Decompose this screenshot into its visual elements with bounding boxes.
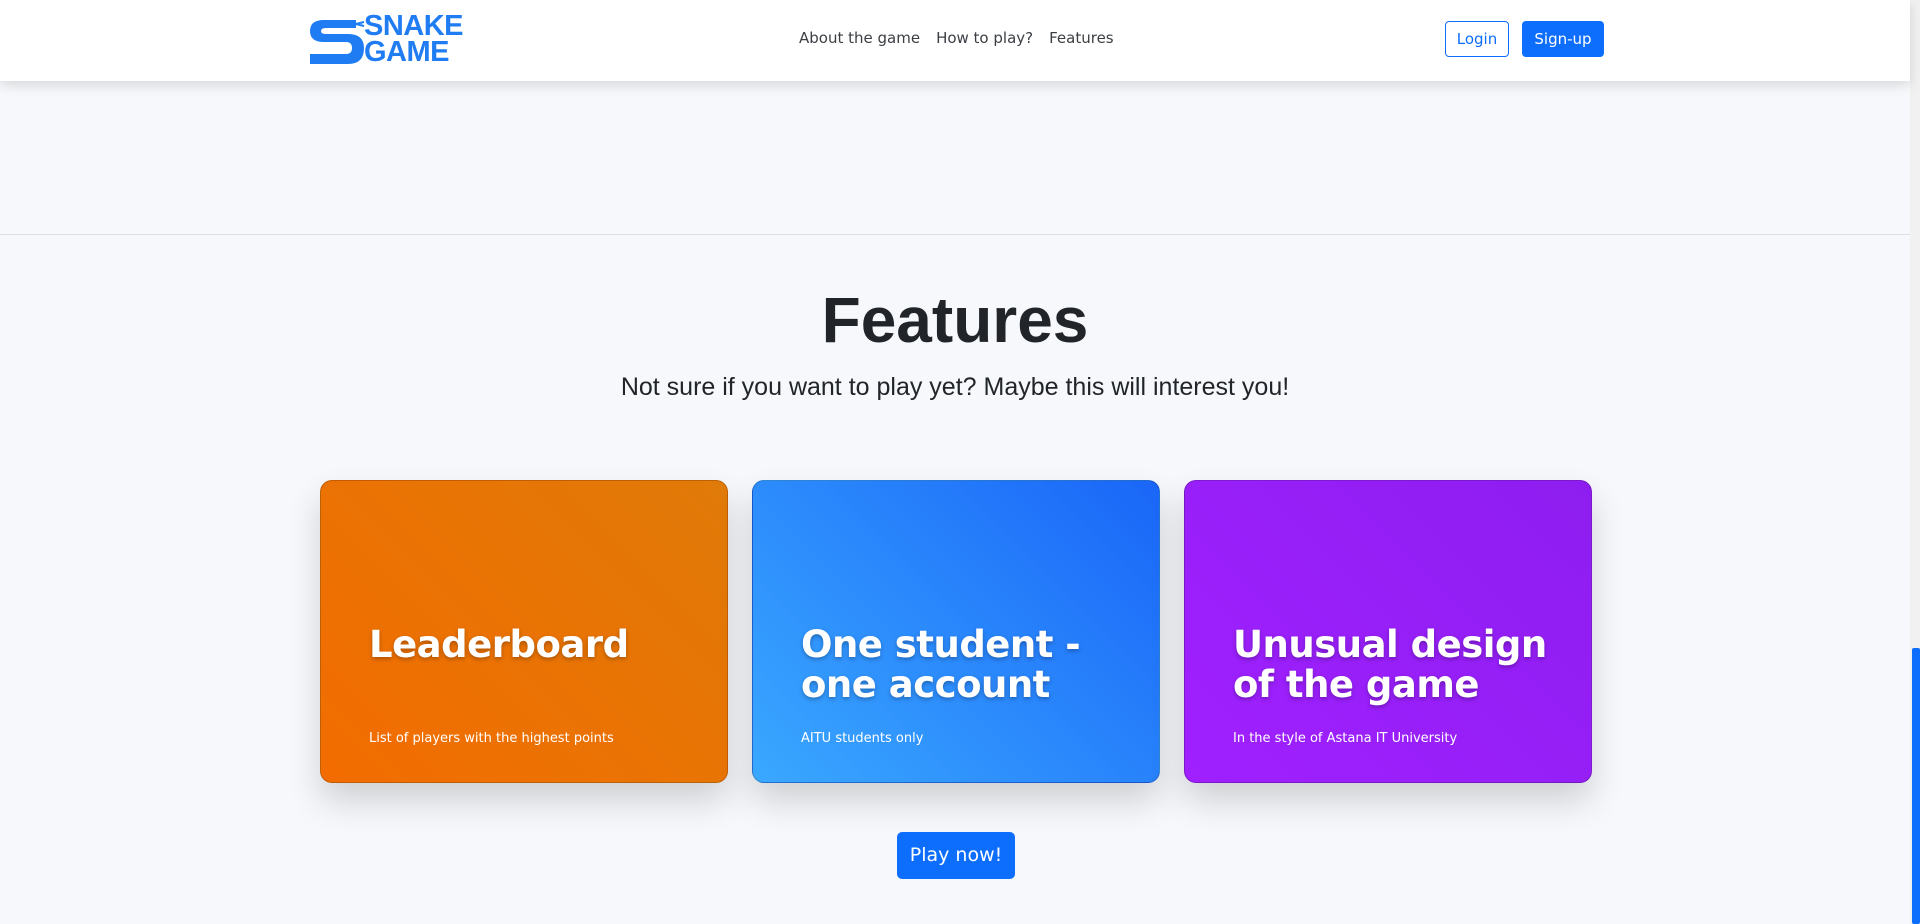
logo[interactable]: SNAKE GAME xyxy=(306,12,470,68)
feature-card-text: List of players with the highest points xyxy=(369,731,614,746)
logo-line-2: GAME xyxy=(364,36,450,68)
snake-logo-icon xyxy=(310,20,365,64)
feature-card-title: One student - one account xyxy=(801,623,1081,706)
scrollbar-thumb[interactable] xyxy=(1912,648,1920,924)
nav-links: About the game How to play? Features xyxy=(799,29,1130,47)
nav-link-features[interactable]: Features xyxy=(1049,29,1114,47)
feature-card-one-account[interactable]: One student - one account AITU students … xyxy=(752,480,1160,783)
feature-card-text: In the style of Astana IT University xyxy=(1233,731,1458,746)
navbar: SNAKE GAME About the game How to play? F… xyxy=(0,0,1910,81)
section-divider xyxy=(0,234,1910,235)
feature-card-text: AITU students only xyxy=(801,731,924,746)
signup-button[interactable]: Sign-up xyxy=(1522,21,1604,57)
features-title: Features xyxy=(821,284,1089,356)
feature-card-title: Unusual design of the game xyxy=(1233,623,1547,706)
feature-card-leaderboard[interactable]: Leaderboard List of players with the hig… xyxy=(320,480,728,783)
login-button[interactable]: Login xyxy=(1445,21,1509,57)
features-subtitle: Not sure if you want to play yet? Maybe … xyxy=(620,373,1290,401)
nav-link-how-to-play[interactable]: How to play? xyxy=(936,29,1033,47)
feature-card-title: Leaderboard xyxy=(369,623,629,666)
nav-link-about[interactable]: About the game xyxy=(799,29,920,47)
play-now-button[interactable]: Play now! xyxy=(897,832,1015,879)
page: SNAKE GAME About the game How to play? F… xyxy=(0,0,1910,924)
feature-card-design[interactable]: Unusual design of the game In the style … xyxy=(1184,480,1592,783)
logo-text: SNAKE GAME xyxy=(364,12,464,68)
